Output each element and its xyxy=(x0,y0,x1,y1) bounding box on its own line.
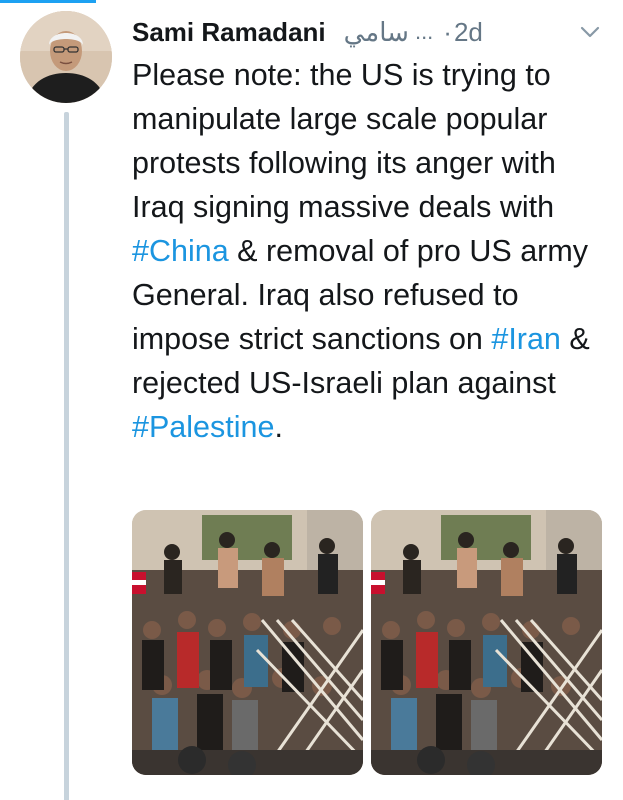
separator-dot: · xyxy=(443,16,452,47)
protest-crowd-photo xyxy=(371,510,602,775)
hashtag-link-iran[interactable]: #Iran xyxy=(491,322,561,356)
thread-connector-line xyxy=(64,112,69,800)
tweet-text-segment: Please note: the US is trying to manipul… xyxy=(132,58,556,224)
hashtag-link-china[interactable]: #China xyxy=(132,234,229,268)
media-photo-2[interactable] xyxy=(371,510,602,775)
author-handle[interactable]: سامي xyxy=(344,17,409,48)
author-name[interactable]: Sami Ramadani xyxy=(132,17,326,48)
timestamp[interactable]: 2d xyxy=(454,17,483,48)
avatar[interactable] xyxy=(20,11,112,103)
tweet-header: Sami Ramadani سامي ... · 2d xyxy=(132,12,602,52)
avatar-image xyxy=(20,11,112,103)
chevron-down-icon[interactable] xyxy=(578,20,602,44)
tweet-text-segment: . xyxy=(274,410,283,444)
tweet-text: Please note: the US is trying to manipul… xyxy=(132,53,612,449)
protest-crowd-photo xyxy=(132,510,363,775)
top-accent-bar xyxy=(0,0,96,3)
hashtag-link-palestine[interactable]: #Palestine xyxy=(132,410,274,444)
media-photo-1[interactable] xyxy=(132,510,363,775)
handle-ellipsis: ... xyxy=(414,19,434,44)
